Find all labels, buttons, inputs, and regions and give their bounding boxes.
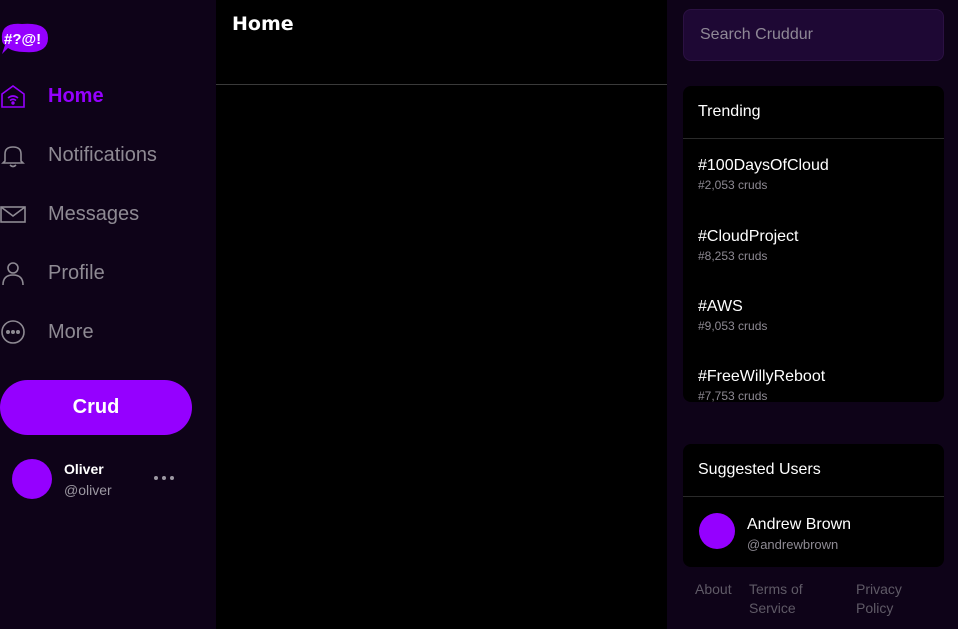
nav-more-label: More (48, 320, 94, 343)
right-column: Trending #100DaysOfCloud #2,053 cruds #C… (667, 0, 958, 629)
trend-item[interactable]: #FreeWillyReboot #7,753 cruds (683, 349, 944, 402)
nav-messages[interactable]: Messages (0, 194, 210, 234)
nav-more[interactable]: More (0, 312, 210, 352)
cruddur-logo[interactable]: #?@! (0, 12, 50, 56)
trend-count: #2,053 cruds (698, 178, 768, 192)
sidebar: #?@! Home Notifications Messages Profile… (0, 0, 216, 629)
nav-home[interactable]: Home (0, 76, 210, 116)
nav-notifications-label: Notifications (48, 143, 157, 166)
nav-messages-label: Messages (48, 202, 140, 225)
user-icon (0, 260, 26, 286)
trend-count: #7,753 cruds (698, 389, 768, 402)
trend-tag: #AWS (698, 298, 743, 315)
footer-privacy-link[interactable]: Privacy Policy (856, 580, 926, 618)
search-input[interactable] (684, 10, 943, 60)
avatar (12, 459, 52, 499)
trend-tag: #100DaysOfCloud (698, 157, 829, 174)
nav-home-label: Home (48, 84, 104, 107)
profile-handle: @oliver (64, 482, 112, 498)
avatar (699, 513, 735, 549)
trend-count: #8,253 cruds (698, 249, 768, 263)
trend-item[interactable]: #AWS #9,053 cruds (683, 279, 944, 349)
nav-notifications[interactable]: Notifications (0, 135, 210, 175)
suggested-user-handle: @andrewbrown (747, 537, 839, 552)
trending-panel: Trending #100DaysOfCloud #2,053 cruds #C… (683, 86, 944, 402)
page-title: Home (232, 13, 294, 35)
trending-title: Trending (683, 86, 944, 139)
nav-profile-label: Profile (48, 261, 105, 284)
suggested-users-panel: Suggested Users Andrew Brown @andrewbrow… (683, 444, 944, 567)
suggested-users-title: Suggested Users (683, 444, 944, 497)
profile-name: Oliver (64, 461, 104, 477)
suggested-user[interactable]: Andrew Brown @andrewbrown (683, 497, 944, 567)
footer-about-link[interactable]: About (695, 580, 732, 599)
nav-profile[interactable]: Profile (0, 253, 210, 293)
crud-button[interactable]: Crud (0, 380, 192, 435)
trend-item[interactable]: #CloudProject #8,253 cruds (683, 209, 944, 279)
trend-tag: #FreeWillyReboot (698, 368, 826, 385)
trend-count: #9,053 cruds (698, 319, 768, 333)
home-icon (0, 83, 26, 109)
profile-card[interactable]: Oliver @oliver (12, 458, 202, 502)
main-feed: Home (216, 0, 667, 629)
footer-terms-link[interactable]: Terms of Service (749, 580, 829, 618)
envelope-icon (0, 201, 26, 227)
trend-item[interactable]: #100DaysOfCloud #2,053 cruds (683, 139, 944, 209)
search-box[interactable] (683, 9, 944, 61)
suggested-user-name: Andrew Brown (747, 516, 852, 533)
ellipsis-icon[interactable] (152, 466, 176, 490)
main-header: Home (216, 0, 667, 85)
logo-text: #?@! (4, 31, 41, 48)
more-circle-icon (0, 319, 26, 345)
trend-tag: #CloudProject (698, 228, 799, 245)
bell-icon (0, 142, 26, 168)
